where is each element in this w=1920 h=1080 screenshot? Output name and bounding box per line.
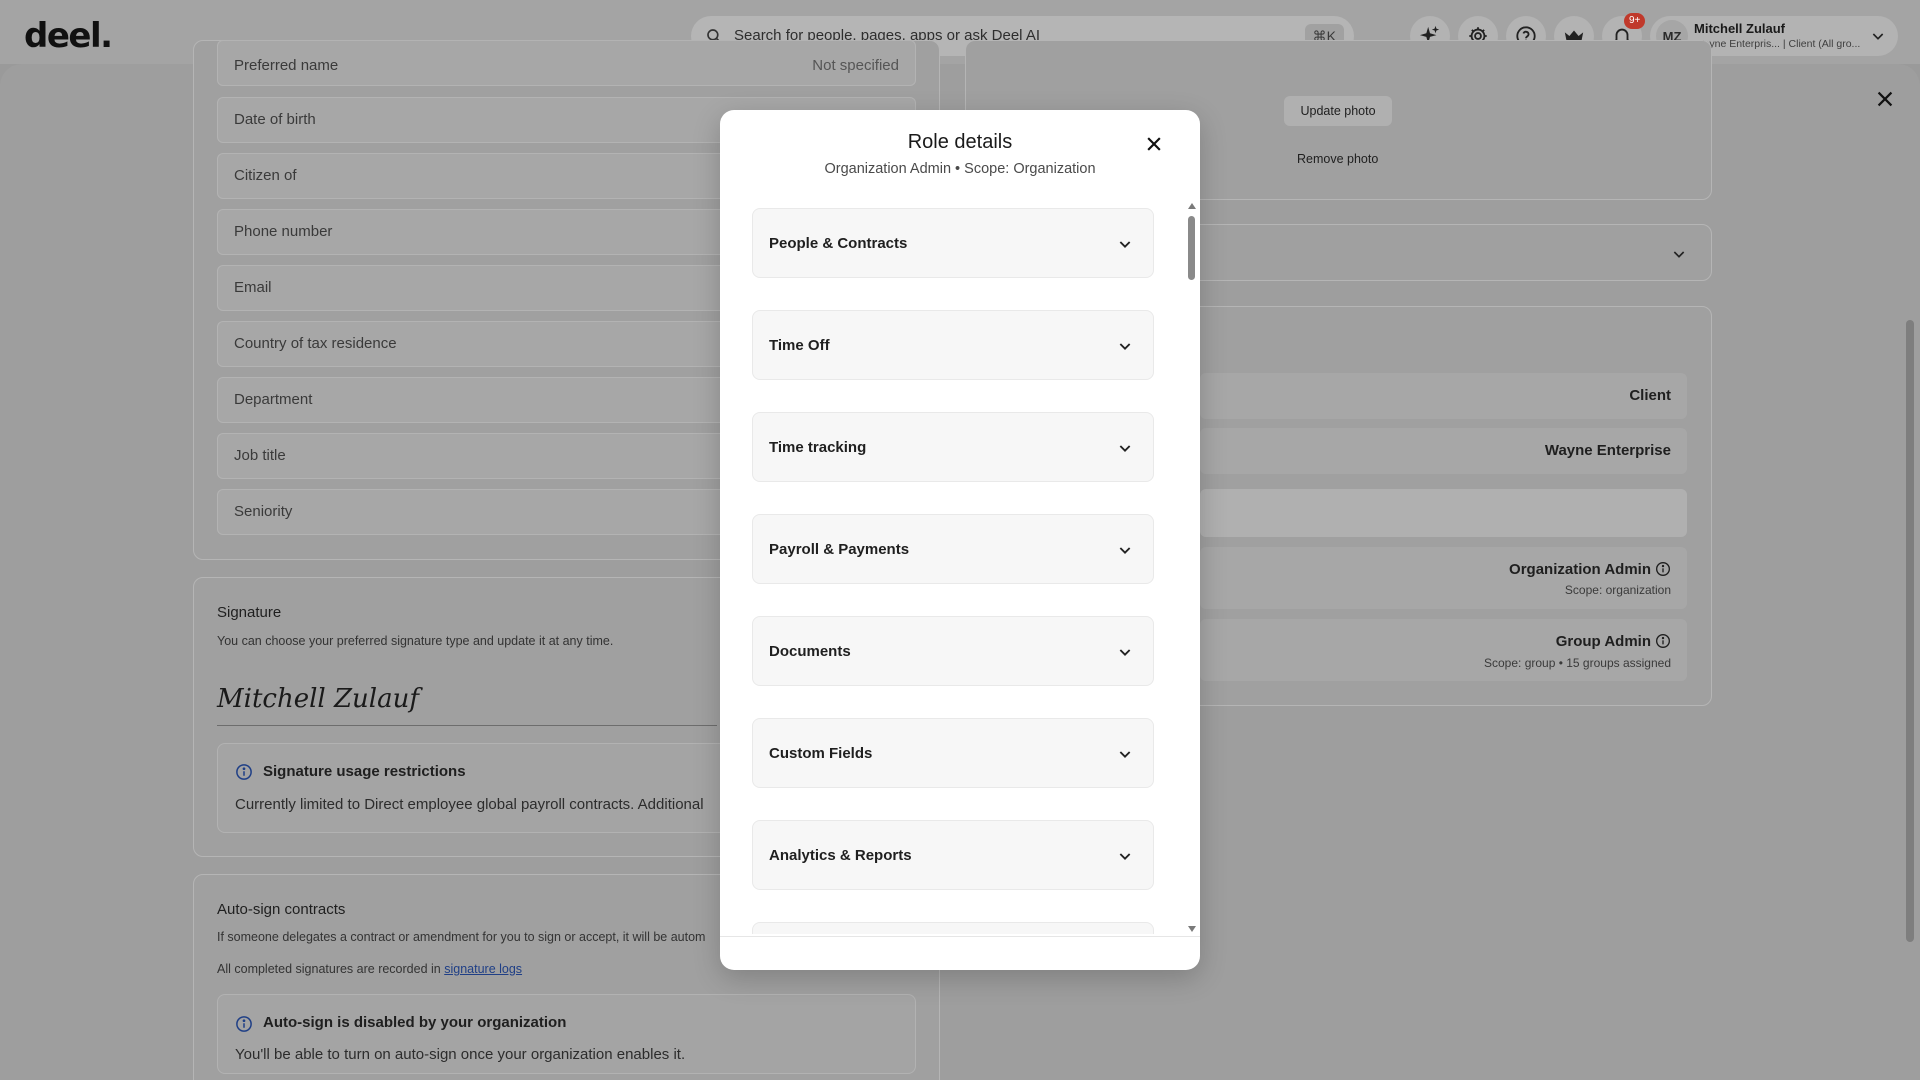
logs-prefix: All completed signatures are recorded in (217, 962, 441, 976)
field-label: Email (234, 279, 272, 296)
modal-subtitle: Organization Admin • Scope: Organization (824, 161, 1096, 177)
modal-scrollbar-thumb[interactable] (1188, 216, 1195, 280)
signature-preview[interactable]: Mitchell Zulauf (217, 684, 419, 714)
signature-description: You can choose your preferred signature … (217, 634, 614, 648)
field-label: Date of birth (234, 111, 316, 128)
role-name-text: Group Admin (1555, 633, 1651, 650)
accordion-label: Analytics & Reports (769, 847, 912, 864)
user-type-row: Client (1200, 373, 1687, 419)
organization-value: Wayne Enterprise (1544, 442, 1671, 459)
chevron-down-icon (1119, 241, 1131, 248)
signature-logs-link[interactable]: signature logs (444, 962, 522, 976)
chevron-down-icon (1119, 751, 1131, 758)
field-label: Job title (234, 447, 286, 464)
accordion-payroll-payments[interactable]: Payroll & Payments (752, 514, 1154, 584)
field-label: Preferred name (234, 57, 339, 74)
deel-logo[interactable]: deel. (24, 16, 113, 56)
notice-text: You'll be able to turn on auto-sign once… (235, 1046, 686, 1063)
chevron-down-icon (1119, 547, 1131, 554)
auto-sign-description: If someone delegates a contract or amend… (217, 930, 706, 944)
field-label: Phone number (234, 223, 333, 240)
role-details-modal: Role details Organization Admin • Scope:… (720, 110, 1200, 970)
role-scope: Scope: group • 15 groups assigned (1484, 656, 1671, 670)
role-name: Group Admin (1556, 633, 1671, 650)
accordion-custom-fields[interactable]: Custom Fields (752, 718, 1154, 788)
modal-body: People & Contracts Time Off Time trackin… (720, 198, 1200, 934)
remove-photo-button[interactable]: Remove photo (1297, 152, 1378, 166)
user-subtitle: Wayne Enterpris... | Client (All gro... (1694, 38, 1861, 50)
accordion-label: Payroll & Payments (769, 541, 910, 558)
accordion-time-tracking[interactable]: Time tracking (752, 412, 1154, 482)
chevron-down-icon (1119, 445, 1131, 452)
notice-title: Auto-sign is disabled by your organizati… (263, 1014, 567, 1031)
info-icon[interactable] (1655, 561, 1671, 577)
modal-scrollbar[interactable] (1186, 202, 1196, 936)
accordion-people-contracts[interactable]: People & Contracts (752, 208, 1154, 278)
scroll-down-arrow-icon[interactable] (1188, 926, 1196, 932)
accordion-label: Time tracking (769, 439, 867, 456)
role-name-text: Organization Admin (1509, 561, 1651, 578)
modal-title: Role details (907, 131, 1013, 153)
chevron-down-icon (1673, 251, 1685, 258)
auto-sign-disabled-notice: Auto-sign is disabled by your organizati… (217, 994, 916, 1074)
info-icon (236, 1016, 252, 1032)
notice-text: Currently limited to Direct employee glo… (235, 796, 704, 813)
accordion-next-section[interactable] (752, 922, 1154, 934)
modal-footer-divider (720, 936, 1200, 937)
notification-badge: 9+ (1624, 13, 1646, 29)
field-label: Department (234, 391, 313, 408)
close-icon[interactable] (1874, 88, 1896, 110)
role-organization-admin: Organization Admin Scope: organization (1200, 547, 1687, 609)
accordion-label: People & Contracts (769, 235, 908, 252)
field-label: Citizen of (234, 167, 297, 184)
close-icon (1147, 137, 1161, 151)
accordion-documents[interactable]: Documents (752, 616, 1154, 686)
accordion-analytics-reports[interactable]: Analytics & Reports (752, 820, 1154, 890)
role-group-admin: Group Admin Scope: group • 15 groups ass… (1200, 619, 1687, 681)
user-name: Mitchell Zulauf (1694, 21, 1785, 36)
chevron-down-icon (1119, 343, 1131, 350)
signature-logs-text: All completed signatures are recorded in… (217, 962, 522, 976)
modal-close-button[interactable] (1140, 130, 1168, 158)
signature-line (217, 725, 717, 726)
organization-row: Wayne Enterprise (1200, 428, 1687, 474)
scroll-up-arrow-icon[interactable] (1188, 203, 1196, 209)
field-preferred-name[interactable]: Preferred name Not specified (217, 40, 916, 86)
chevron-down-icon (1119, 649, 1131, 656)
update-photo-button[interactable]: Update photo (1284, 96, 1392, 126)
field-value: Not specified (812, 57, 899, 74)
chevron-down-icon (1872, 33, 1884, 40)
user-type-value: Client (1629, 387, 1671, 404)
chevron-down-icon (1119, 853, 1131, 860)
role-scope: Scope: organization (1564, 583, 1671, 597)
page-scrollbar[interactable] (1906, 320, 1914, 942)
field-label: Country of tax residence (234, 335, 397, 352)
notice-title: Signature usage restrictions (263, 763, 466, 780)
accordion-time-off[interactable]: Time Off (752, 310, 1154, 380)
info-icon (236, 764, 252, 780)
accordion-label: Documents (769, 643, 851, 660)
field-label: Seniority (234, 503, 293, 520)
signature-title: Signature (217, 604, 282, 621)
info-icon[interactable] (1655, 633, 1671, 649)
accordion-label: Time Off (769, 337, 830, 354)
auto-sign-title: Auto-sign contracts (217, 901, 346, 918)
empty-row (1200, 489, 1687, 537)
role-name: Organization Admin (1509, 561, 1671, 578)
accordion-label: Custom Fields (769, 745, 873, 762)
